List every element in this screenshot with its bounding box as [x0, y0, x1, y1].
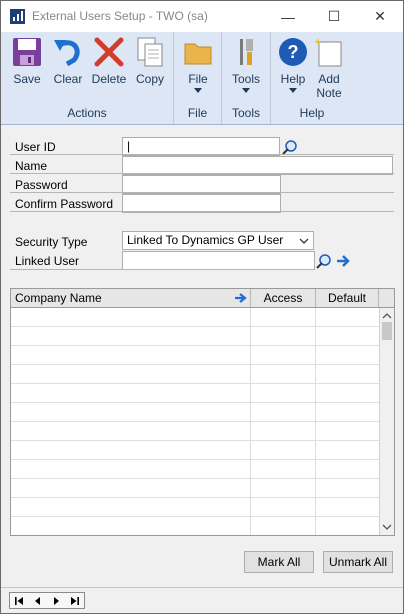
tools-menu-button[interactable]: Tools — [226, 34, 266, 100]
first-icon — [15, 596, 24, 605]
maximize-icon: ☐ — [327, 8, 341, 24]
next-icon — [54, 596, 60, 605]
linked-user-field[interactable] — [122, 251, 315, 270]
table-row[interactable] — [11, 402, 379, 403]
record-navigator — [9, 592, 85, 609]
minimize-button[interactable]: — — [265, 1, 311, 32]
add-note-button[interactable]: Add Note — [309, 34, 349, 100]
folder-icon — [182, 36, 214, 68]
close-icon: ✕ — [374, 8, 386, 24]
magnifier-icon — [281, 139, 297, 155]
save-icon — [11, 36, 43, 68]
confirm-password-label: Confirm Password — [15, 197, 114, 211]
ribbon: Save Clear Delete Copy Actions File File… — [1, 32, 403, 125]
divider — [10, 173, 394, 174]
grid-expand-button[interactable] — [232, 290, 250, 306]
title-bar: External Users Setup - TWO (sa) — ☐ ✕ — [1, 1, 403, 32]
table-row[interactable] — [11, 421, 379, 422]
table-row[interactable] — [11, 326, 379, 327]
tools-icon — [230, 36, 262, 68]
close-window-button[interactable]: ✕ — [357, 1, 403, 32]
table-row[interactable] — [11, 459, 379, 460]
external-users-setup-window: External Users Setup - TWO (sa) — ☐ ✕ Sa… — [0, 0, 404, 614]
scrollbar-thumb[interactable] — [382, 322, 392, 340]
divider — [10, 154, 394, 155]
clear-button[interactable]: Clear — [48, 34, 88, 100]
delete-x-icon — [93, 36, 125, 68]
table-row[interactable] — [11, 364, 379, 365]
user-id-label: User ID — [15, 140, 56, 154]
table-row[interactable] — [11, 497, 379, 498]
name-label: Name — [15, 159, 48, 173]
magnifier-icon — [315, 253, 331, 269]
next-record-button[interactable] — [49, 593, 63, 608]
linked-user-lookup-button[interactable] — [314, 251, 333, 270]
chevron-down-icon — [289, 88, 297, 93]
previous-record-button[interactable] — [31, 593, 45, 608]
ribbon-group-help: ? Help Add Note Help — [271, 32, 353, 124]
linked-user-label: Linked User — [15, 254, 80, 268]
app-chart-icon — [10, 9, 25, 24]
file-menu-button[interactable]: File — [178, 34, 218, 100]
maximize-button[interactable]: ☐ — [311, 1, 357, 32]
chevron-down-icon[interactable] — [380, 521, 394, 533]
minimize-icon: — — [281, 8, 295, 25]
security-type-label: Security Type — [15, 235, 88, 249]
ribbon-group-actions: Save Clear Delete Copy Actions — [1, 32, 174, 124]
group-label-file: File — [187, 106, 208, 120]
status-bar — [1, 587, 403, 613]
first-record-button[interactable] — [12, 593, 26, 608]
ribbon-group-tools: Tools Tools — [222, 32, 271, 124]
arrow-right-icon — [336, 254, 350, 267]
arrow-right-icon — [235, 293, 247, 303]
security-type-value: Linked To Dynamics GP User — [127, 233, 284, 247]
mark-all-button[interactable]: Mark All — [244, 551, 314, 573]
table-row[interactable] — [11, 383, 379, 384]
column-default[interactable]: Default — [315, 289, 379, 307]
unmark-all-button[interactable]: Unmark All — [323, 551, 393, 573]
divider — [10, 211, 394, 212]
group-label-tools: Tools — [231, 106, 260, 120]
table-row[interactable] — [11, 516, 379, 517]
table-row[interactable] — [11, 345, 379, 346]
save-button[interactable]: Save — [7, 34, 47, 100]
table-row[interactable] — [11, 440, 379, 441]
chevron-down-icon — [242, 88, 250, 93]
column-company-name[interactable]: Company Name — [15, 289, 102, 307]
chevron-up-icon[interactable] — [380, 310, 394, 322]
undo-arrow-icon — [52, 36, 84, 68]
password-label: Password — [15, 178, 68, 192]
copy-button[interactable]: Copy — [130, 34, 170, 100]
last-icon — [70, 596, 79, 605]
security-type-select[interactable]: Linked To Dynamics GP User — [122, 231, 314, 250]
divider — [10, 269, 312, 270]
window-title: External Users Setup - TWO (sa) — [32, 9, 208, 23]
linked-user-go-button[interactable] — [333, 251, 352, 270]
column-access[interactable]: Access — [250, 289, 315, 307]
table-row[interactable] — [11, 478, 379, 479]
previous-icon — [34, 596, 40, 605]
note-icon — [313, 36, 345, 68]
copy-pages-icon — [134, 36, 166, 68]
grid-vertical-scrollbar[interactable] — [379, 308, 394, 535]
last-record-button[interactable] — [68, 593, 82, 608]
company-access-grid: Company Name Access Default — [10, 288, 395, 536]
svg-text:?: ? — [288, 42, 299, 62]
help-question-icon: ? — [277, 36, 309, 68]
help-menu-button[interactable]: ? Help — [273, 34, 313, 100]
delete-button[interactable]: Delete — [89, 34, 129, 100]
group-label-actions: Actions — [67, 106, 107, 120]
group-label-help: Help — [299, 106, 325, 120]
ribbon-group-file: File File — [174, 32, 222, 124]
chevron-down-icon — [194, 88, 202, 93]
grid-header: Company Name Access Default — [11, 289, 394, 308]
divider — [10, 192, 394, 193]
